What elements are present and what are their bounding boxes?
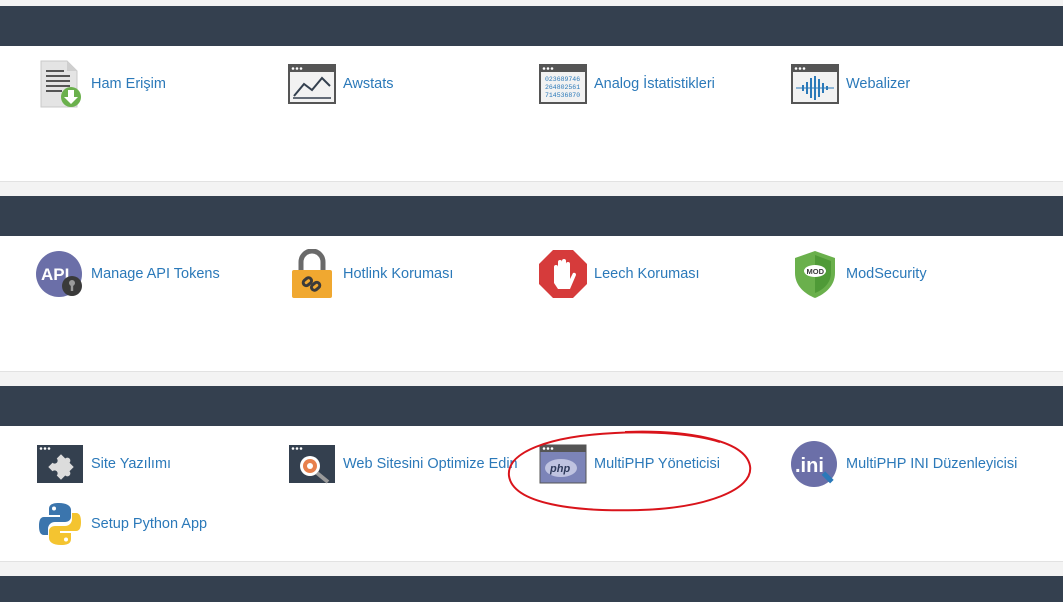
analog-stats-link[interactable]: 023689746 264802561 714536870 Analog İst… bbox=[538, 58, 715, 110]
optimize-website-link[interactable]: Web Sitesini Optimize Edin bbox=[287, 438, 518, 490]
webalizer-link[interactable]: Webalizer bbox=[790, 58, 910, 110]
setup-python-app-link[interactable]: Setup Python App bbox=[35, 498, 207, 550]
raw-access-link[interactable]: Ham Erişim bbox=[35, 58, 166, 110]
setup-python-app-label: Setup Python App bbox=[91, 516, 208, 532]
svg-text:.ini: .ini bbox=[795, 455, 824, 477]
manage-api-tokens-label: Manage API Tokens bbox=[91, 266, 220, 282]
svg-text:264802561: 264802561 bbox=[545, 84, 580, 91]
awstats-label: Awstats bbox=[343, 76, 394, 92]
svg-text:MOD: MOD bbox=[807, 267, 825, 276]
leech-protection-label: Leech Koruması bbox=[594, 266, 700, 282]
site-software-icon bbox=[35, 439, 85, 489]
cpanel-page: Ham Erişim Awstats 023689746 264802561 7… bbox=[0, 0, 1063, 602]
raw-access-icon bbox=[35, 59, 85, 109]
manage-api-tokens-link[interactable]: API Manage API Tokens bbox=[35, 248, 220, 300]
python-icon bbox=[35, 499, 85, 549]
section-panel-metrics: Ham Erişim Awstats 023689746 264802561 7… bbox=[0, 46, 1063, 182]
section-header-metrics[interactable] bbox=[0, 6, 1063, 46]
section-header-next[interactable] bbox=[0, 576, 1063, 602]
svg-text:023689746: 023689746 bbox=[545, 76, 580, 83]
section-panel-software: Site Yazılımı Web Sitesini Optimize Edin bbox=[0, 426, 1063, 562]
section-header-software[interactable] bbox=[0, 386, 1063, 426]
multiphp-ini-editor-label: MultiPHP INI Düzenleyicisi bbox=[846, 456, 1018, 472]
analog-stats-label: Analog İstatistikleri bbox=[594, 76, 715, 92]
analog-stats-icon: 023689746 264802561 714536870 bbox=[538, 59, 588, 109]
site-software-link[interactable]: Site Yazılımı bbox=[35, 438, 171, 490]
multiphp-ini-icon: .ini bbox=[790, 439, 840, 489]
webalizer-label: Webalizer bbox=[846, 76, 911, 92]
svg-text:714536870: 714536870 bbox=[545, 92, 580, 99]
optimize-website-icon bbox=[287, 439, 337, 489]
webalizer-icon bbox=[790, 59, 840, 109]
multiphp-manager-icon: php bbox=[538, 439, 588, 489]
leech-protection-link[interactable]: Leech Koruması bbox=[538, 248, 700, 300]
optimize-website-label: Web Sitesini Optimize Edin bbox=[343, 456, 518, 472]
multiphp-manager-link[interactable]: php MultiPHP Yöneticisi bbox=[538, 438, 720, 490]
leech-hand-icon bbox=[538, 249, 588, 299]
hotlink-protection-label: Hotlink Koruması bbox=[343, 266, 454, 282]
multiphp-manager-label: MultiPHP Yöneticisi bbox=[594, 456, 720, 472]
svg-text:php: php bbox=[549, 463, 570, 475]
api-tokens-icon: API bbox=[35, 249, 85, 299]
awstats-icon bbox=[287, 59, 337, 109]
modsecurity-label: ModSecurity bbox=[846, 266, 927, 282]
modsecurity-shield-icon: MOD bbox=[790, 249, 840, 299]
hotlink-protection-link[interactable]: Hotlink Koruması bbox=[287, 248, 453, 300]
raw-access-label: Ham Erişim bbox=[91, 76, 166, 92]
multiphp-ini-editor-link[interactable]: .ini MultiPHP INI Düzenleyicisi bbox=[790, 438, 1017, 490]
modsecurity-link[interactable]: MOD ModSecurity bbox=[790, 248, 927, 300]
section-header-security[interactable] bbox=[0, 196, 1063, 236]
section-panel-security: API Manage API Tokens Hotlink Koruması L… bbox=[0, 236, 1063, 372]
site-software-label: Site Yazılımı bbox=[91, 456, 172, 472]
awstats-link[interactable]: Awstats bbox=[287, 58, 394, 110]
hotlink-lock-icon bbox=[287, 249, 337, 299]
